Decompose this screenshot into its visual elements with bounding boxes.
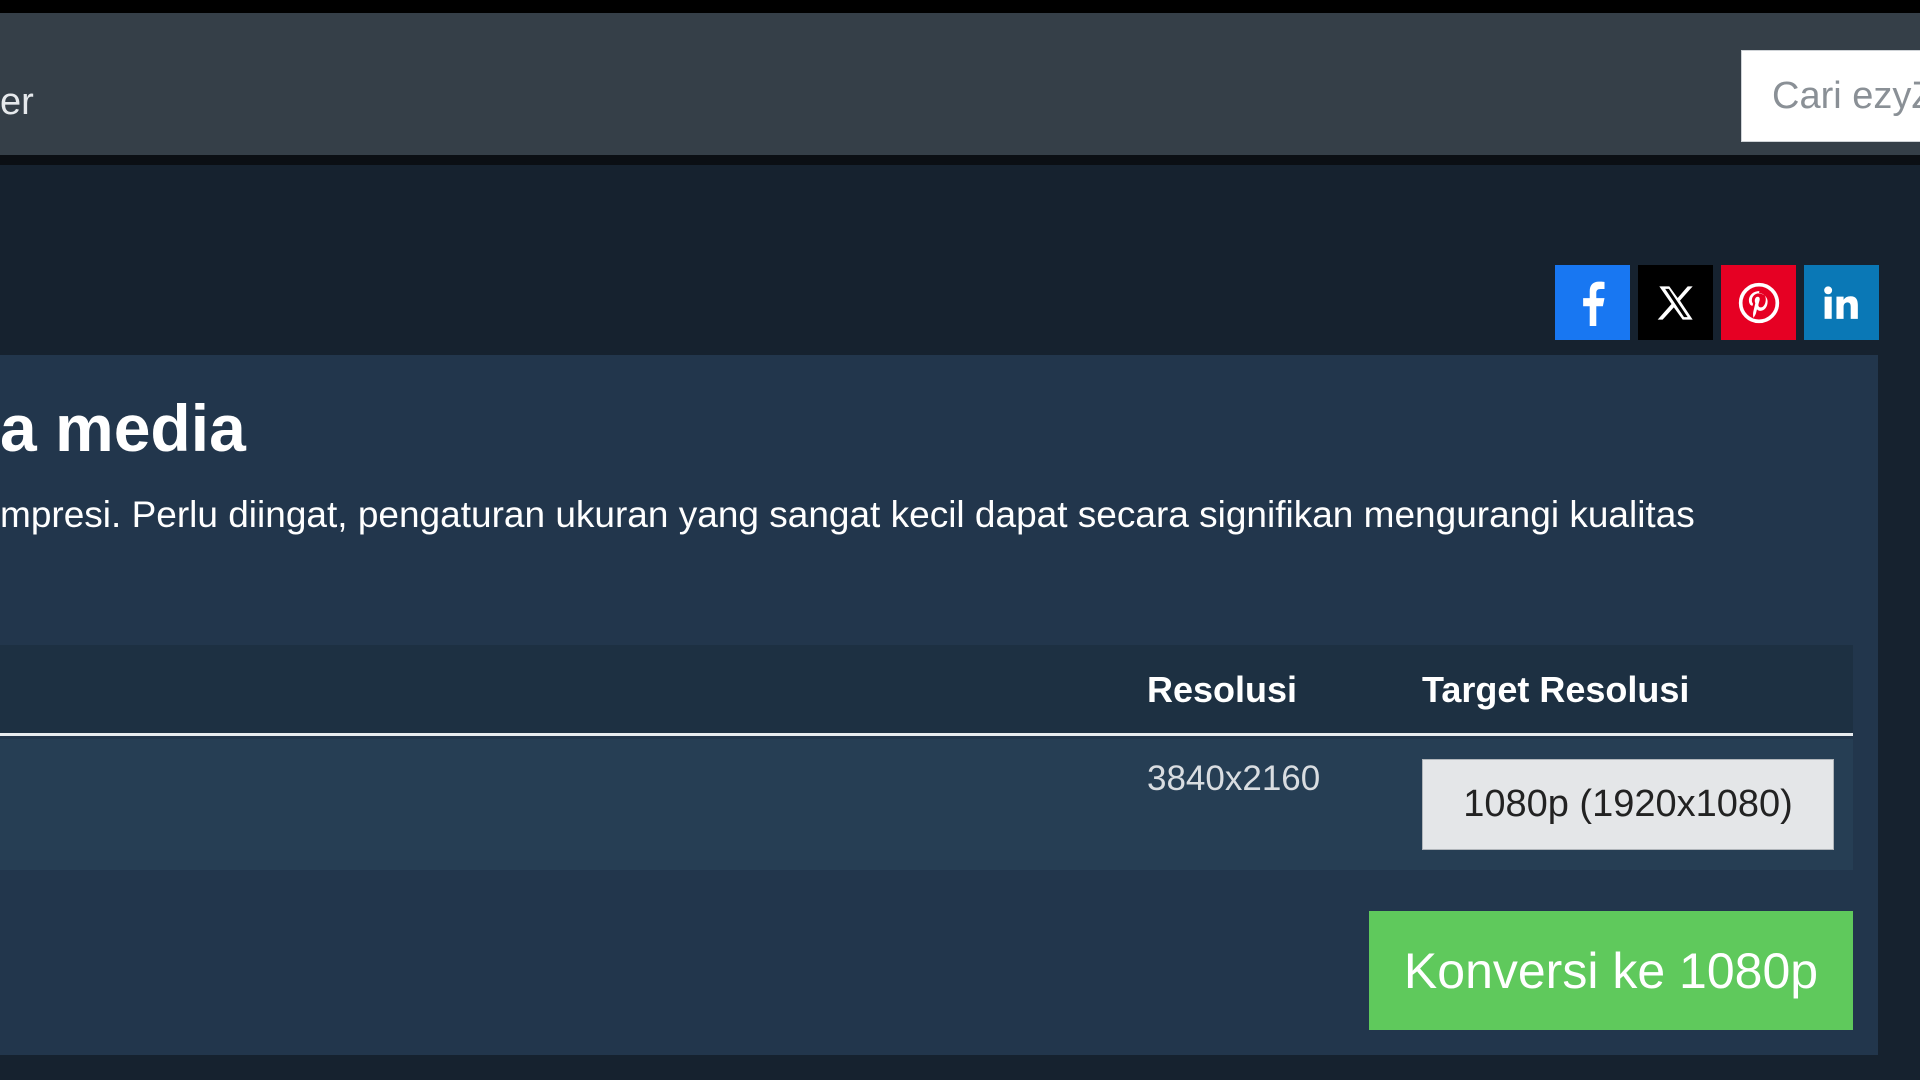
convert-button[interactable]: Konversi ke 1080p <box>1369 911 1853 1030</box>
facebook-icon <box>1582 281 1604 326</box>
linkedin-share-button[interactable] <box>1804 265 1879 340</box>
page-heading: a media <box>0 391 246 465</box>
x-share-button[interactable] <box>1638 265 1713 340</box>
column-header-resolution: Resolusi <box>1147 669 1298 710</box>
navbar-divider <box>0 155 1920 165</box>
navbar: er Cari ezyZ <box>0 13 1920 155</box>
target-resolution-value: 1080p (1920x1080) <box>1463 783 1793 825</box>
pinterest-share-button[interactable] <box>1721 265 1796 340</box>
social-share-bar <box>1555 265 1879 340</box>
search-placeholder: Cari ezyZ <box>1772 74 1920 117</box>
facebook-share-button[interactable] <box>1555 265 1630 340</box>
target-resolution-select[interactable]: 1080p (1920x1080) <box>1422 759 1834 850</box>
pinterest-icon <box>1738 282 1779 323</box>
description-text: mpresi. Perlu diingat, pengaturan ukuran… <box>0 494 1695 535</box>
top-edge <box>0 0 1920 13</box>
site-title-fragment[interactable]: er <box>0 81 34 124</box>
column-header-target-resolution: Target Resolusi <box>1422 669 1690 710</box>
linkedin-icon <box>1823 285 1858 319</box>
file-table: Resolusi Target Resolusi 3840x2160 1080p… <box>0 645 1853 870</box>
table-row: 3840x2160 1080p (1920x1080) <box>0 739 1853 870</box>
x-icon <box>1657 285 1693 320</box>
convert-button-label: Konversi ke 1080p <box>1403 942 1819 999</box>
table-header: Resolusi Target Resolusi <box>0 645 1853 736</box>
resolution-cell: 3840x2160 <box>1147 759 1321 798</box>
search-input[interactable]: Cari ezyZ <box>1741 50 1920 142</box>
